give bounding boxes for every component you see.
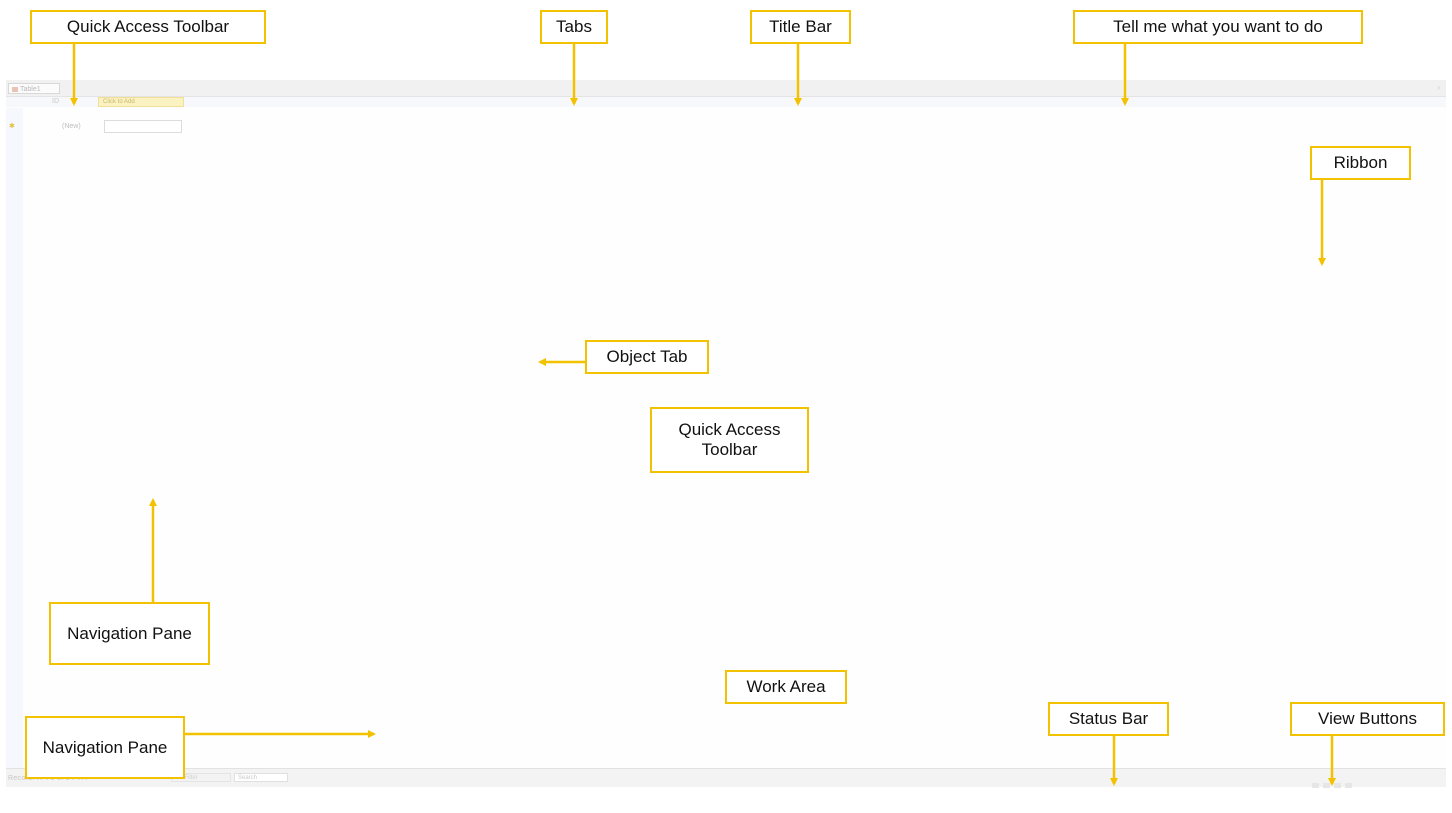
callout-navigation-pane-bottom: Navigation Pane xyxy=(25,716,185,779)
callout-view-buttons: View Buttons xyxy=(1290,702,1445,736)
callout-object-tab: Object Tab xyxy=(585,340,709,374)
callout-ribbon: Ribbon xyxy=(1310,146,1411,180)
callout-quick-access-toolbar-top: Quick Access Toolbar xyxy=(30,10,266,44)
callout-tabs: Tabs xyxy=(540,10,608,44)
callout-status-bar: Status Bar xyxy=(1048,702,1169,736)
callout-navigation-pane-left: Navigation Pane xyxy=(49,602,210,665)
callout-work-area: Work Area xyxy=(725,670,847,704)
callout-tell-me: Tell me what you want to do xyxy=(1073,10,1363,44)
callout-quick-access-toolbar-center: Quick Access Toolbar xyxy=(650,407,809,473)
callout-title-bar: Title Bar xyxy=(750,10,851,44)
